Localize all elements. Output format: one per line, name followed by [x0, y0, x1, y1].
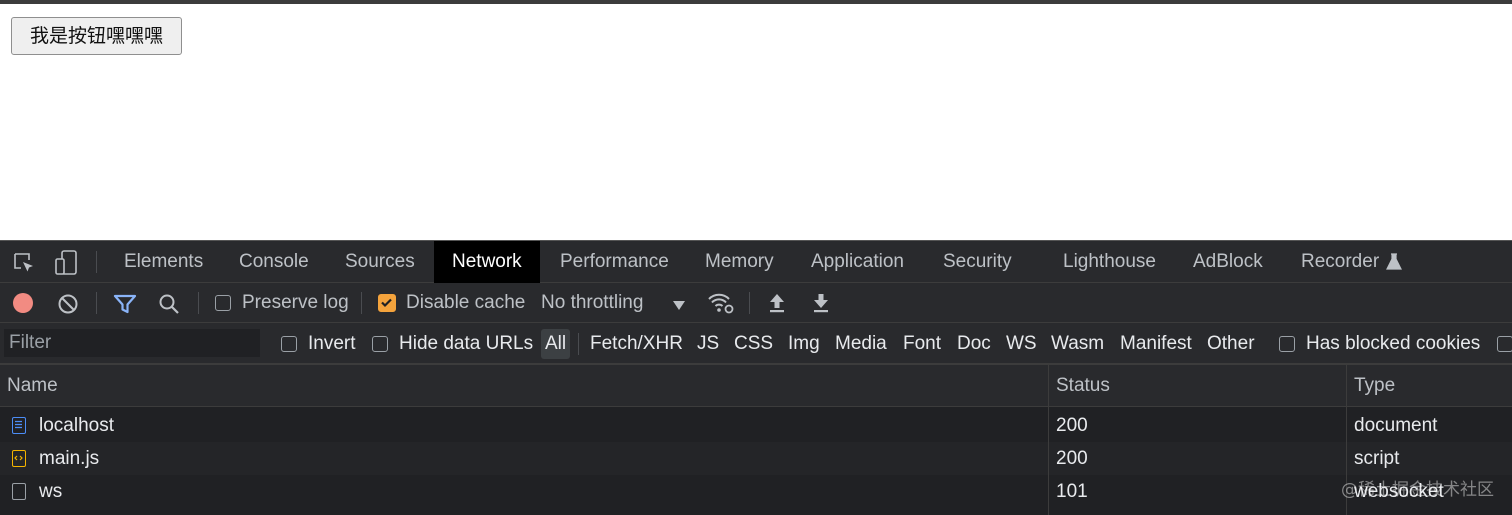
search-icon[interactable] — [157, 292, 181, 316]
table-row[interactable]: main.js 200 script — [0, 442, 1512, 475]
toolbar-separator — [361, 292, 362, 314]
flask-icon — [1386, 253, 1402, 271]
preserve-log-label: Preserve log — [242, 292, 349, 313]
request-name: ws — [39, 481, 63, 502]
page-button[interactable]: 我是按钮嘿嘿嘿 — [11, 17, 182, 55]
invert-checkbox[interactable] — [281, 336, 297, 352]
disable-cache-label: Disable cache — [406, 292, 526, 313]
watermark: @稀土掘金技术社区 — [1341, 480, 1494, 500]
tab-adblock[interactable]: AdBlock — [1193, 241, 1263, 283]
request-type: document — [1354, 415, 1438, 436]
table-row[interactable]: localhost 200 document — [0, 409, 1512, 442]
device-toolbar-icon[interactable] — [54, 250, 78, 276]
disable-cache-checkbox[interactable] — [378, 294, 396, 312]
request-status: 101 — [1056, 481, 1088, 502]
throttling-select[interactable]: No throttling — [541, 283, 643, 323]
tab-elements[interactable]: Elements — [124, 241, 203, 283]
invert-label: Invert — [308, 333, 356, 354]
type-filter-fetch-xhr[interactable]: Fetch/XHR — [590, 323, 683, 365]
tab-console[interactable]: Console — [239, 241, 309, 283]
clear-icon[interactable] — [57, 293, 79, 315]
column-divider[interactable] — [1048, 365, 1049, 515]
tab-application[interactable]: Application — [811, 241, 904, 283]
table-row[interactable]: ws 101 websocket — [0, 475, 1512, 508]
column-header-type[interactable]: Type — [1354, 365, 1395, 407]
requests-table-header: Name Status Type — [0, 365, 1512, 407]
blocked-requests-checkbox[interactable] — [1497, 336, 1512, 352]
tab-recorder[interactable]: Recorder — [1301, 241, 1379, 283]
filter-bar: Invert Hide data URLs All Fetch/XHR JS C… — [0, 323, 1512, 365]
column-header-name[interactable]: Name — [7, 365, 58, 407]
type-filter-all[interactable]: All — [541, 329, 571, 359]
inspect-element-icon[interactable] — [13, 252, 35, 274]
hide-data-urls-label: Hide data URLs — [399, 333, 534, 354]
type-filter-doc[interactable]: Doc — [957, 323, 991, 365]
tab-sources[interactable]: Sources — [345, 241, 415, 283]
request-status: 200 — [1056, 448, 1088, 469]
type-filter-js[interactable]: JS — [697, 323, 719, 365]
tab-memory[interactable]: Memory — [705, 241, 774, 283]
request-name: localhost — [39, 415, 114, 436]
has-blocked-cookies-checkbox[interactable] — [1279, 336, 1295, 352]
tab-lighthouse[interactable]: Lighthouse — [1063, 241, 1156, 283]
column-header-status[interactable]: Status — [1056, 365, 1110, 407]
filter-input[interactable] — [4, 329, 260, 357]
hide-data-urls-checkbox[interactable] — [372, 336, 388, 352]
filter-separator — [578, 333, 579, 355]
script-icon — [12, 450, 26, 467]
filter-icon[interactable] — [113, 293, 137, 315]
tab-network[interactable]: Network — [434, 241, 540, 283]
websocket-icon — [12, 483, 26, 500]
browser-top-border — [0, 0, 1512, 4]
request-type: script — [1354, 448, 1400, 469]
devtools-panel: Elements Console Sources Network Perform… — [0, 240, 1512, 515]
type-filter-css[interactable]: CSS — [734, 323, 773, 365]
devtools-tab-bar: Elements Console Sources Network Perform… — [0, 240, 1512, 283]
tab-security[interactable]: Security — [943, 241, 1012, 283]
export-har-icon[interactable] — [811, 292, 831, 314]
request-status: 200 — [1056, 415, 1088, 436]
type-filter-other[interactable]: Other — [1207, 323, 1255, 365]
type-filter-img[interactable]: Img — [788, 323, 820, 365]
request-name: main.js — [39, 448, 100, 469]
type-filter-manifest[interactable]: Manifest — [1120, 323, 1192, 365]
network-toolbar: Preserve log Disable cache No throttling — [0, 283, 1512, 323]
type-filter-wasm[interactable]: Wasm — [1051, 323, 1104, 365]
type-filter-font[interactable]: Font — [903, 323, 941, 365]
type-filter-media[interactable]: Media — [835, 323, 887, 365]
chevron-down-icon[interactable] — [673, 298, 685, 310]
network-conditions-icon[interactable] — [707, 291, 735, 315]
preserve-log-checkbox[interactable] — [215, 295, 231, 311]
tab-separator — [96, 251, 97, 273]
toolbar-separator — [96, 292, 97, 314]
record-icon[interactable] — [13, 293, 33, 313]
has-blocked-cookies-label: Has blocked cookies — [1306, 333, 1481, 354]
type-filter-ws[interactable]: WS — [1006, 323, 1037, 365]
toolbar-separator — [749, 292, 750, 314]
toolbar-separator — [198, 292, 199, 314]
tab-performance[interactable]: Performance — [560, 241, 669, 283]
document-icon — [12, 417, 26, 434]
import-har-icon[interactable] — [767, 292, 787, 314]
